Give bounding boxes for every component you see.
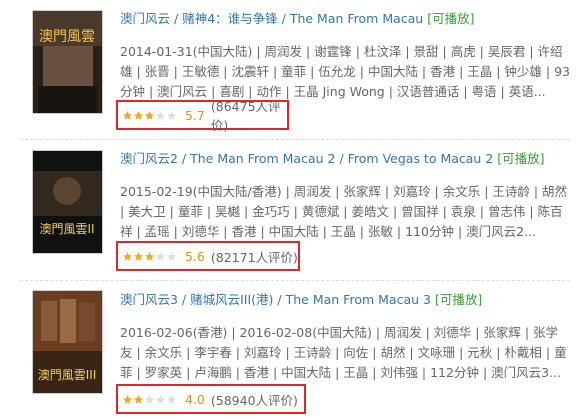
movie-meta: 2016-02-06(香港) | 2016-02-08(中国大陆) | 周润发 …: [120, 325, 567, 380]
rating-votes-link[interactable]: (82171人评价): [211, 247, 298, 266]
movie-title-line: 澳门风云 / 赌神4：谁与争锋 / The Man From Macau [可播…: [120, 11, 475, 26]
divider: [20, 280, 570, 281]
rating-score: 5.6: [185, 248, 205, 264]
movie-title-line: 澳门风云2 / The Man From Macau 2 / From Vega…: [120, 151, 545, 166]
star-empty-icon: [166, 394, 177, 404]
rating-votes-link[interactable]: (58940人评价): [211, 390, 298, 409]
divider: [20, 139, 570, 140]
movie-title-link[interactable]: 澳门风云2: [120, 151, 178, 166]
movie-title-link[interactable]: 澳门风云3: [120, 292, 178, 307]
playable-badge[interactable]: [可播放]: [435, 292, 482, 307]
movie-alt-title-link[interactable]: 赌神4：谁与争锋: [182, 11, 277, 26]
svg-text:澳門風雲II: 澳門風雲II: [39, 222, 94, 236]
rating-stars: [122, 110, 177, 121]
star-empty-icon: [166, 251, 177, 261]
movie-alt-title-link[interactable]: 赌城风云III(港): [190, 292, 273, 307]
star-filled-icon: [144, 251, 155, 261]
star-filled-icon: [122, 110, 133, 120]
star-filled-icon: [122, 251, 133, 261]
star-empty-icon: [155, 394, 166, 404]
star-filled-icon: [133, 110, 144, 120]
movie-meta: 2015-02-19(中国大陆/香港) | 周润发 | 张家辉 | 刘嘉玲 | …: [120, 184, 568, 239]
rating-votes-link[interactable]: (86475人评价): [211, 96, 287, 134]
movie-en-title-link[interactable]: From Vegas to Macau 2: [348, 151, 494, 166]
movie-poster[interactable]: 澳門風雲: [32, 10, 103, 114]
star-filled-icon: [133, 394, 144, 404]
movie-poster[interactable]: 澳門風雲II: [32, 150, 103, 254]
star-empty-icon: [155, 251, 166, 261]
movie-title-line: 澳门风云3 / 赌城风云III(港) / The Man From Macau …: [120, 292, 483, 307]
rating-score: 5.7: [185, 107, 205, 123]
rating-box: 5.7 (86475人评价): [116, 99, 289, 133]
rating-stars: [122, 251, 177, 262]
star-empty-icon: [155, 110, 166, 120]
svg-text:澳門風雲III: 澳門風雲III: [38, 368, 97, 382]
star-filled-icon: [144, 110, 155, 120]
movie-title-link[interactable]: 澳门风云: [120, 11, 170, 26]
star-filled-icon: [122, 394, 133, 404]
star-empty-icon: [144, 394, 155, 404]
movie-poster[interactable]: 澳門風雲III: [32, 290, 103, 394]
star-empty-icon: [166, 110, 177, 120]
rating-score: 4.0: [185, 391, 205, 407]
svg-text:澳門風雲: 澳門風雲: [39, 29, 95, 45]
movie-alt-title-link[interactable]: The Man From Macau 2: [190, 151, 335, 166]
star-filled-icon: [133, 251, 144, 261]
rating-stars: [122, 394, 177, 405]
playable-badge[interactable]: [可播放]: [497, 151, 544, 166]
rating-box: 5.6 (82171人评价): [116, 241, 300, 271]
movie-en-title-link[interactable]: The Man From Macau 3: [286, 292, 431, 307]
playable-badge[interactable]: [可播放]: [427, 11, 474, 26]
rating-box: 4.0 (58940人评价): [116, 384, 306, 414]
movie-meta: 2014-01-31(中国大陆) | 周润发 | 谢霆锋 | 杜汶泽 | 景甜 …: [120, 44, 570, 99]
movie-en-title-link[interactable]: The Man From Macau: [290, 11, 423, 26]
